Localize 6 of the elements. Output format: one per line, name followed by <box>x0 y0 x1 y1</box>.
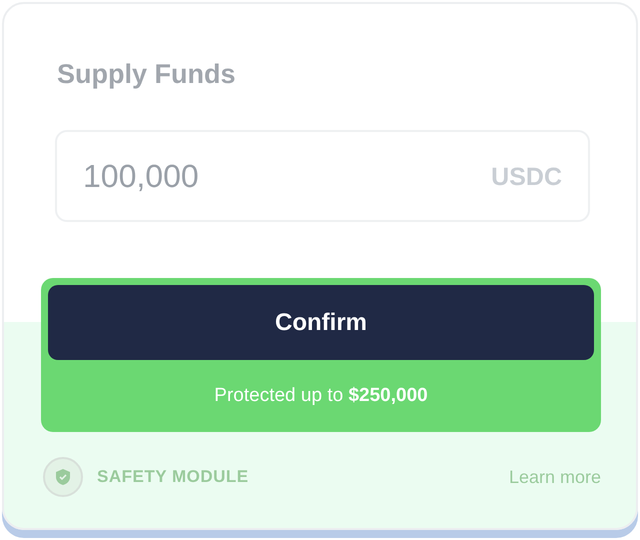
protection-note: Protected up to $250,000 <box>213 385 429 407</box>
safety-module-label: SAFETY MODULE <box>97 467 249 487</box>
confirm-button[interactable]: Confirm <box>48 285 594 360</box>
shield-icon <box>43 457 83 497</box>
learn-more-link[interactable]: Learn more <box>508 466 601 488</box>
form-title: Supply Funds <box>57 58 236 90</box>
